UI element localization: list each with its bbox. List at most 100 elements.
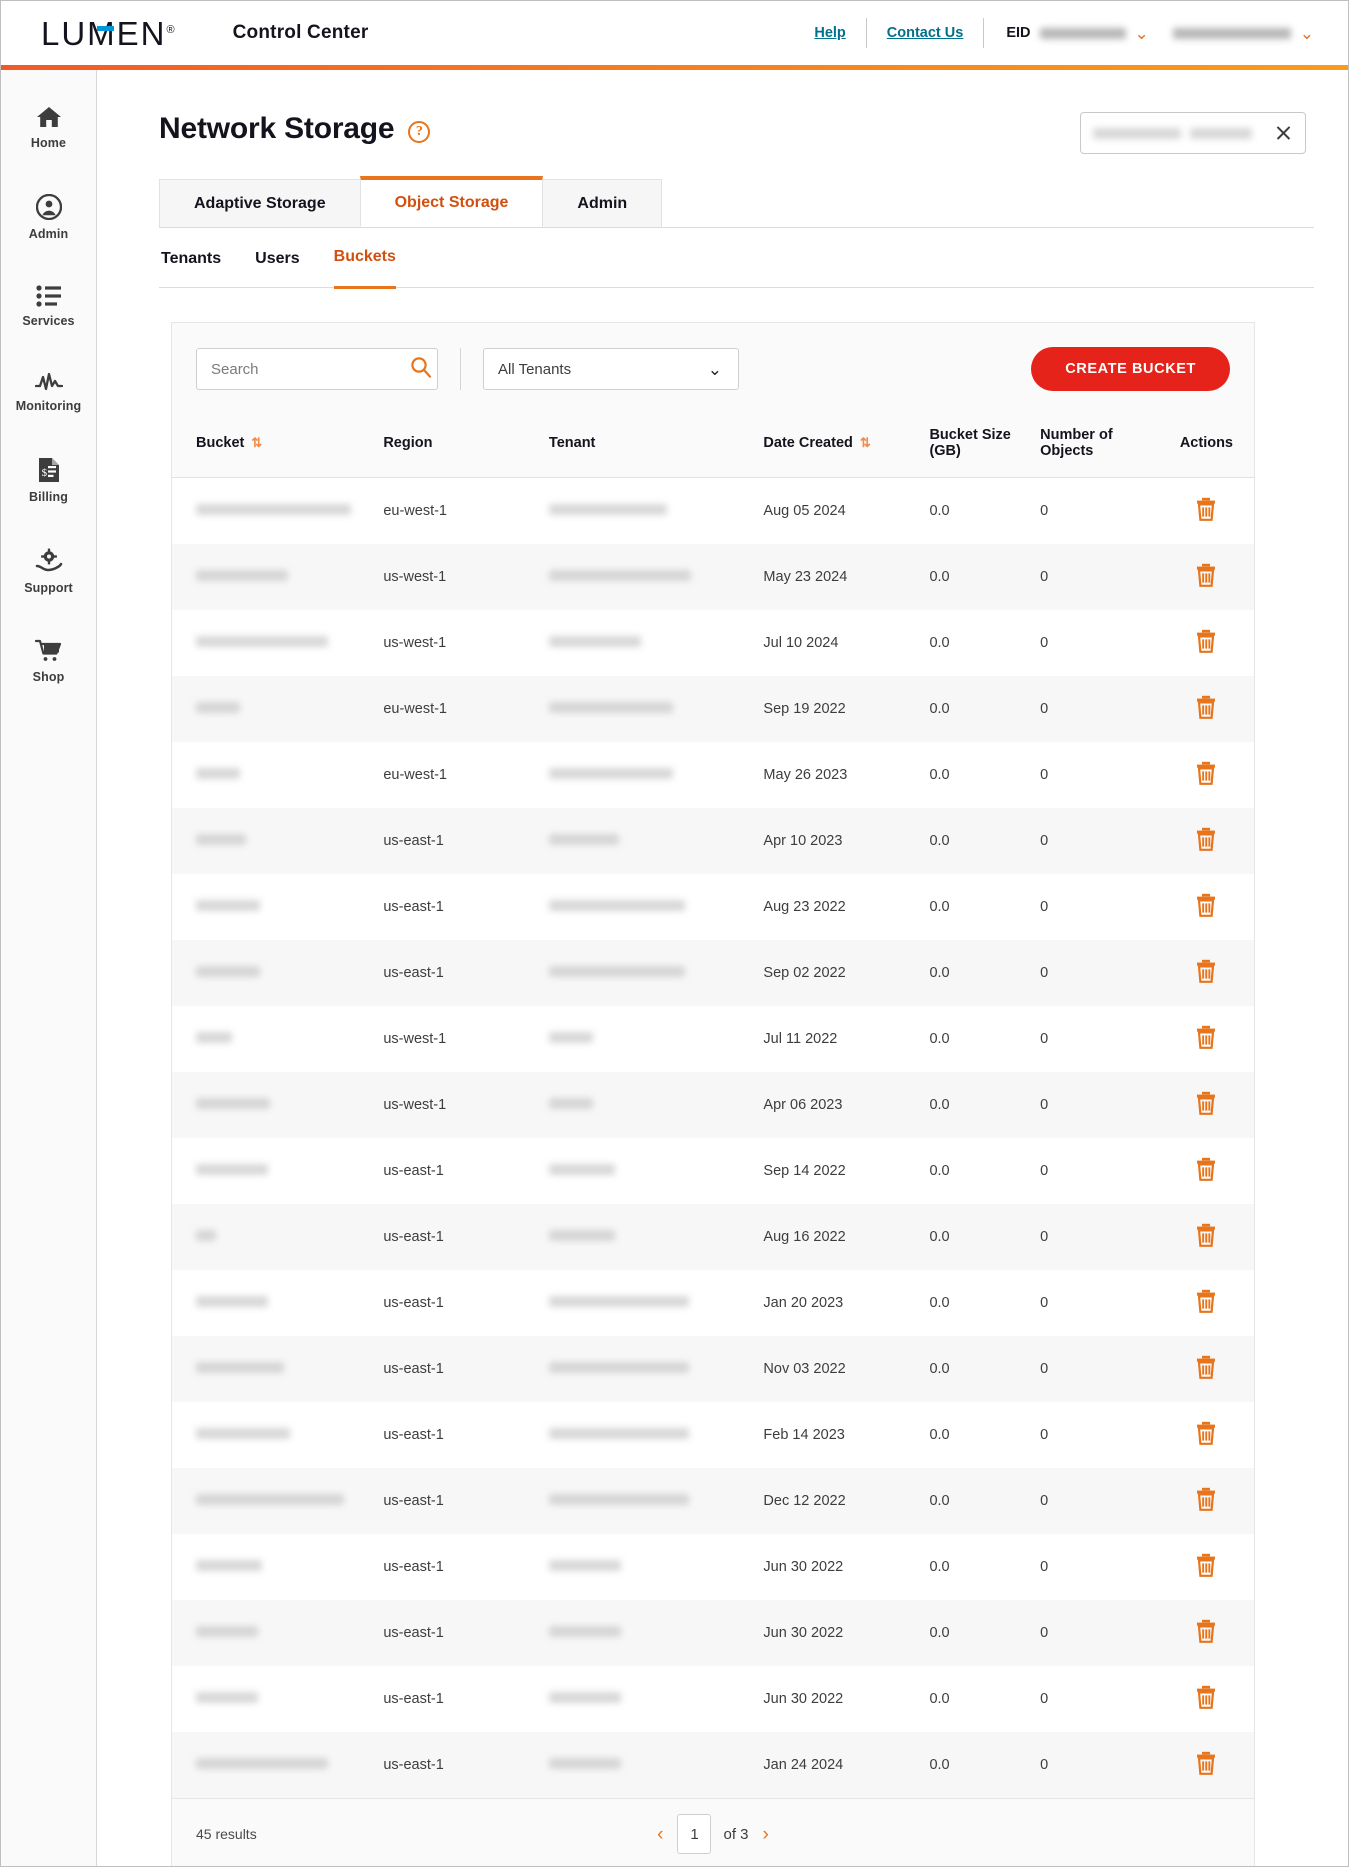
lumen-logo[interactable]: LUMEN® <box>41 17 177 50</box>
contact-us-link[interactable]: Contact Us <box>867 25 984 41</box>
sort-toggle-icon[interactable]: ⇅ <box>251 435 262 450</box>
table-row[interactable]: eu-west-1 Aug 05 2024 0.0 0 <box>172 477 1254 544</box>
cell-bucket[interactable] <box>172 808 383 874</box>
next-page-icon[interactable]: › <box>761 1825 771 1844</box>
cell-bucket[interactable] <box>172 1006 383 1072</box>
delete-bucket-trash-icon[interactable] <box>1195 1487 1217 1515</box>
invoice-icon: $ <box>37 457 61 483</box>
sidebar-item-admin[interactable]: Admin <box>1 181 97 254</box>
cell-bucket[interactable] <box>172 1336 383 1402</box>
sort-toggle-icon[interactable]: ⇅ <box>860 435 871 450</box>
cell-bucket[interactable] <box>172 1402 383 1468</box>
cell-bucket[interactable] <box>172 940 383 1006</box>
delete-bucket-trash-icon[interactable] <box>1195 1751 1217 1779</box>
clear-search-close-icon[interactable] <box>1273 123 1293 143</box>
table-row[interactable]: us-east-1 Jun 30 2022 0.0 0 <box>172 1599 1254 1666</box>
delete-bucket-trash-icon[interactable] <box>1195 1355 1217 1383</box>
help-question-icon[interactable]: ? <box>408 121 431 143</box>
bucket-search-box[interactable] <box>196 348 438 390</box>
delete-bucket-trash-icon[interactable] <box>1195 1289 1217 1317</box>
tab-object-storage[interactable]: Object Storage <box>359 176 544 227</box>
search-input[interactable] <box>211 360 410 378</box>
create-bucket-button[interactable]: CREATE BUCKET <box>1031 347 1230 391</box>
table-row[interactable]: us-west-1 Jul 11 2022 0.0 0 <box>172 1005 1254 1072</box>
sidebar-item-support[interactable]: Support <box>1 535 97 608</box>
cell-bucket[interactable] <box>172 1732 383 1798</box>
delete-bucket-trash-icon[interactable] <box>1195 827 1217 855</box>
cell-bucket[interactable] <box>172 1138 383 1204</box>
cell-bucket[interactable] <box>172 1666 383 1732</box>
account-selector[interactable]: ⌄ <box>1159 25 1320 42</box>
delete-bucket-trash-icon[interactable] <box>1195 1685 1217 1713</box>
table-row[interactable]: us-east-1 Dec 12 2022 0.0 0 <box>172 1467 1254 1534</box>
delete-bucket-trash-icon[interactable] <box>1195 959 1217 987</box>
table-row[interactable]: us-east-1 Nov 03 2022 0.0 0 <box>172 1335 1254 1402</box>
table-row[interactable]: us-west-1 Apr 06 2023 0.0 0 <box>172 1071 1254 1138</box>
chevron-down-icon[interactable]: ⌄ <box>1300 25 1314 42</box>
table-row[interactable]: us-east-1 Jun 30 2022 0.0 0 <box>172 1533 1254 1600</box>
sidebar-item-billing[interactable]: $ Billing <box>1 444 97 517</box>
table-row[interactable]: us-east-1 Jun 30 2022 0.0 0 <box>172 1665 1254 1732</box>
table-row[interactable]: us-east-1 Sep 02 2022 0.0 0 <box>172 939 1254 1006</box>
chevron-down-icon[interactable]: ⌄ <box>1135 25 1149 42</box>
previous-page-icon[interactable]: ‹ <box>655 1825 665 1844</box>
pagination: ‹ of 3 › <box>172 1814 1254 1854</box>
delete-bucket-trash-icon[interactable] <box>1195 1619 1217 1647</box>
delete-bucket-trash-icon[interactable] <box>1195 563 1217 591</box>
cell-bucket[interactable] <box>172 1468 383 1534</box>
table-row[interactable]: us-east-1 Sep 14 2022 0.0 0 <box>172 1137 1254 1204</box>
delete-bucket-trash-icon[interactable] <box>1195 1421 1217 1449</box>
cell-bucket[interactable] <box>172 676 383 742</box>
cell-bucket[interactable] <box>172 1534 383 1600</box>
tenant-filter-select[interactable]: All Tenants ⌄ <box>483 348 739 390</box>
table-row[interactable]: us-east-1 Feb 14 2023 0.0 0 <box>172 1401 1254 1468</box>
column-header-date-created[interactable]: Date Created ⇅ <box>763 413 930 478</box>
table-row[interactable]: eu-west-1 Sep 19 2022 0.0 0 <box>172 675 1254 742</box>
tab-adaptive-storage[interactable]: Adaptive Storage <box>159 179 361 227</box>
page-number-input[interactable] <box>677 1814 712 1854</box>
cell-bucket[interactable] <box>172 610 383 676</box>
column-header-bucket[interactable]: Bucket ⇅ <box>172 413 384 478</box>
subtab-tenants[interactable]: Tenants <box>161 250 221 288</box>
global-search-field[interactable] <box>1080 112 1306 154</box>
subtab-users[interactable]: Users <box>255 250 299 288</box>
delete-bucket-trash-icon[interactable] <box>1195 1025 1217 1053</box>
cell-region: us-east-1 <box>383 1360 444 1377</box>
cell-bucket[interactable] <box>172 1204 383 1270</box>
eid-selector[interactable]: EID ⌄ <box>984 25 1158 42</box>
cell-bucket[interactable] <box>172 478 383 544</box>
tab-admin[interactable]: Admin <box>542 179 663 227</box>
cell-bucket[interactable] <box>172 1072 383 1138</box>
delete-bucket-trash-icon[interactable] <box>1195 629 1217 657</box>
delete-bucket-trash-icon[interactable] <box>1195 1157 1217 1185</box>
delete-bucket-trash-icon[interactable] <box>1195 893 1217 921</box>
cell-bucket[interactable] <box>172 742 383 808</box>
delete-bucket-trash-icon[interactable] <box>1195 1091 1217 1119</box>
table-row[interactable]: us-east-1 Aug 23 2022 0.0 0 <box>172 873 1254 940</box>
cell-bucket[interactable] <box>172 874 383 940</box>
table-row[interactable]: us-east-1 Jan 24 2024 0.0 0 <box>172 1731 1254 1798</box>
table-row[interactable]: us-west-1 Jul 10 2024 0.0 0 <box>172 609 1254 676</box>
table-row[interactable]: eu-west-1 May 26 2023 0.0 0 <box>172 741 1254 808</box>
table-row[interactable]: us-east-1 Aug 16 2022 0.0 0 <box>172 1203 1254 1270</box>
cell-bucket-size: 0.0 <box>929 1030 950 1047</box>
table-row[interactable]: us-east-1 Apr 10 2023 0.0 0 <box>172 807 1254 874</box>
sidebar-item-shop[interactable]: Shop <box>1 626 97 697</box>
sidebar-item-services[interactable]: Services <box>1 272 97 341</box>
delete-bucket-trash-icon[interactable] <box>1195 1553 1217 1581</box>
delete-bucket-trash-icon[interactable] <box>1195 1223 1217 1251</box>
sidebar-item-home[interactable]: Home <box>1 92 97 163</box>
table-row[interactable]: us-east-1 Jan 20 2023 0.0 0 <box>172 1269 1254 1336</box>
cell-bucket[interactable] <box>172 544 383 610</box>
subtab-buckets[interactable]: Buckets <box>333 248 396 289</box>
table-row[interactable]: us-west-1 May 23 2024 0.0 0 <box>172 543 1254 610</box>
delete-bucket-trash-icon[interactable] <box>1195 761 1217 789</box>
search-icon[interactable] <box>410 356 432 383</box>
tenant-name-redacted <box>548 1757 621 1769</box>
cell-bucket[interactable] <box>172 1600 383 1666</box>
help-link[interactable]: Help <box>794 25 865 41</box>
delete-bucket-trash-icon[interactable] <box>1195 695 1217 723</box>
sidebar-item-monitoring[interactable]: Monitoring <box>1 359 97 426</box>
delete-bucket-trash-icon[interactable] <box>1195 497 1217 525</box>
cell-bucket[interactable] <box>172 1270 383 1336</box>
